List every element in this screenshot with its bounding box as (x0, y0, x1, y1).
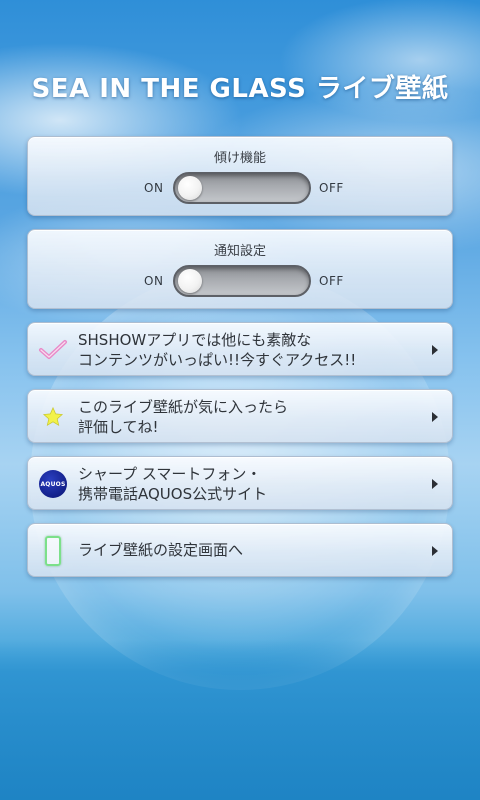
chevron-right-icon (432, 412, 438, 422)
settings-link-text: ライブ壁紙の設定画面へ (78, 540, 422, 560)
notification-toggle-switch[interactable] (173, 265, 311, 297)
chevron-right-icon (432, 345, 438, 355)
rate-link-text: このライブ壁紙が気に入ったら 評価してね! (78, 397, 422, 437)
shshow-app-link[interactable]: SHSHOWアプリでは他にも素敵な コンテンツがいっぱい!!今すぐアクセス!! (27, 322, 453, 376)
background-sea (0, 640, 480, 800)
notification-toggle-knob[interactable] (178, 269, 202, 293)
chevron-right-icon (432, 479, 438, 489)
rate-link-line1: このライブ壁紙が気に入ったら (78, 398, 289, 416)
tilt-on-label: ON (144, 181, 164, 195)
shshow-link-text: SHSHOWアプリでは他にも素敵な コンテンツがいっぱい!!今すぐアクセス!! (78, 330, 422, 370)
aquos-link-line1: シャープ スマートフォン・ (78, 465, 262, 483)
notification-off-label: OFF (319, 274, 344, 288)
settings-link-line1: ライブ壁紙の設定画面へ (78, 541, 244, 559)
notification-setting-label: 通知設定 (213, 244, 266, 259)
tilt-toggle-switch[interactable] (173, 172, 311, 204)
aquos-link-text: シャープ スマートフォン・ 携帯電話AQUOS公式サイト (78, 464, 422, 504)
wallpaper-settings-link[interactable]: ライブ壁紙の設定画面へ (27, 523, 453, 577)
rate-wallpaper-link[interactable]: このライブ壁紙が気に入ったら 評価してね! (27, 389, 453, 443)
aquos-site-link[interactable]: AQUOS シャープ スマートフォン・ 携帯電話AQUOS公式サイト (27, 456, 453, 510)
aquos-icon: AQUOS (38, 468, 68, 500)
phone-outline-shape (45, 536, 61, 566)
notification-on-label: ON (144, 274, 164, 288)
tilt-off-label: OFF (319, 181, 344, 195)
tilt-setting-label: 傾け機能 (213, 151, 266, 166)
shshow-link-line1: SHSHOWアプリでは他にも素敵な (78, 331, 312, 349)
notification-setting-panel: 通知設定 ON OFF (27, 229, 453, 309)
tilt-toggle-knob[interactable] (178, 176, 202, 200)
tilt-setting-panel: 傾け機能 ON OFF (27, 136, 453, 216)
star-icon (38, 401, 68, 433)
phone-icon (38, 535, 68, 567)
aquos-logo: AQUOS (39, 470, 67, 498)
checkmark-icon (38, 334, 68, 366)
shshow-link-line2: コンテンツがいっぱい!!今すぐアクセス!! (78, 351, 357, 369)
page-title: SEA IN THE GLASS ライブ壁紙 (31, 74, 449, 104)
rate-link-line2: 評価してね! (78, 418, 159, 436)
chevron-right-icon (432, 546, 438, 556)
aquos-link-line2: 携帯電話AQUOS公式サイト (78, 485, 268, 503)
